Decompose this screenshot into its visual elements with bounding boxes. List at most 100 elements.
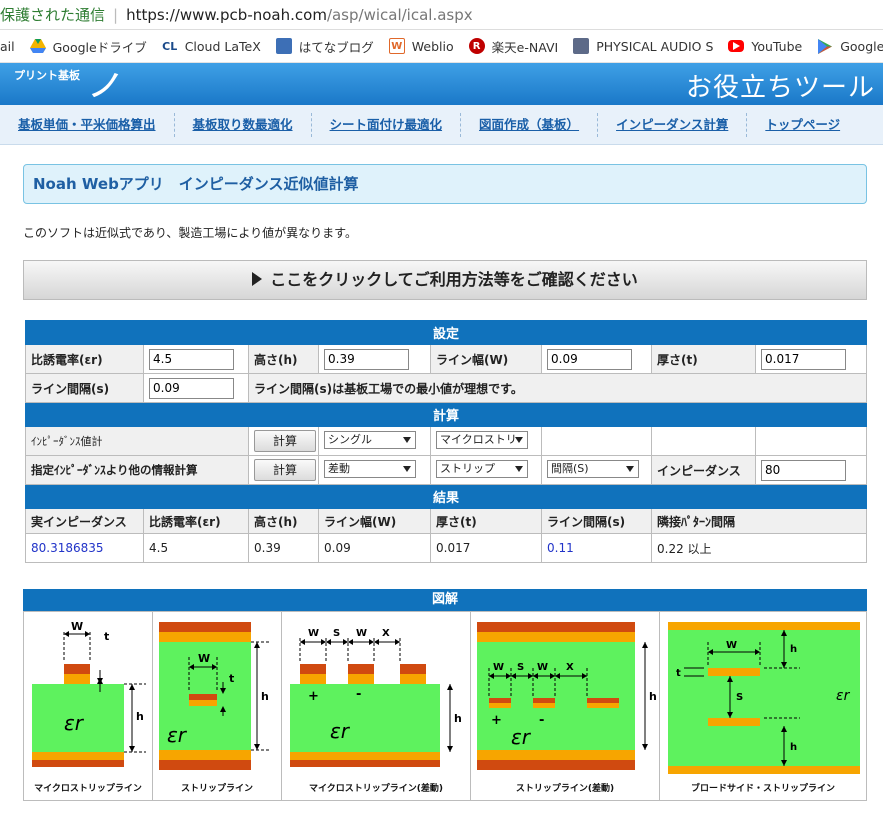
w-label-1: W xyxy=(71,620,83,633)
bookmark-rakuten[interactable]: R 楽天e-NAVI xyxy=(468,37,558,56)
diagram-header: 図解 xyxy=(23,589,867,611)
x-label-4: X xyxy=(566,662,574,673)
t-label-1: t xyxy=(104,630,109,643)
chevron-down-icon xyxy=(403,465,411,472)
h-label-5b: h xyxy=(790,742,797,753)
howto-button[interactable]: ここをクリックしてご利用方法等をご確認ください xyxy=(23,260,867,300)
nav-drawing[interactable]: 図面作成（基板） xyxy=(461,112,599,137)
h-label: 高さ(h) xyxy=(248,344,319,374)
nav-top-page[interactable]: トップページ xyxy=(747,113,858,137)
target-impedance-input[interactable] xyxy=(761,459,846,481)
address-bar[interactable]: 保護された通信 | https://www.pcb-noah.com/asp/w… xyxy=(0,0,883,30)
bookmark-mail[interactable]: ail xyxy=(0,39,15,54)
calc-impedance-button[interactable]: 計算 xyxy=(254,430,316,452)
chevron-down-icon xyxy=(515,465,523,472)
result-s: 0.11 xyxy=(541,533,652,563)
result-w: 0.09 xyxy=(318,533,431,563)
result-adjacent: 0.22 以上 xyxy=(650,533,868,563)
bookmarks-bar: ail Googleドライブ CL Cloud LaTeX はてなブログ W Web… xyxy=(0,30,883,63)
plus-sign-4: + xyxy=(491,713,502,728)
bookmark-hatena[interactable]: はてなブログ xyxy=(275,37,374,56)
physical-audio-icon xyxy=(573,38,590,54)
reverse-calc-label: 指定ｲﾝﾋﾟｰﾀﾞﾝｽより他の情報計算 xyxy=(25,455,249,485)
settings-header: 設定 xyxy=(24,320,868,345)
cl-icon: CL xyxy=(162,39,178,53)
result-er: 4.5 xyxy=(143,533,249,563)
result-col-impedance: 実インピーダンス xyxy=(25,508,144,534)
url-text[interactable]: https://www.pcb-noah.com/asp/wical/ical.… xyxy=(126,6,473,24)
s-label-3: S xyxy=(333,628,340,639)
h-label-3: h xyxy=(454,712,462,725)
diagram-panels: W t h εr マイクロストリップライン W t h εr ストリップライン … xyxy=(23,611,867,801)
w-label-3: W xyxy=(308,628,319,639)
target-impedance-label: インピーダンス xyxy=(651,455,756,485)
w2-label-3: W xyxy=(356,628,367,639)
impedance-calc-label: ｲﾝﾋﾟｰﾀﾞﾝｽ値計 xyxy=(25,426,249,456)
bookmark-physical-audio[interactable]: PHYSICAL AUDIO S xyxy=(573,38,713,54)
result-col-t: 厚さ(t) xyxy=(430,508,542,534)
bookmark-google-play[interactable]: Google Play M xyxy=(817,38,883,54)
er-input[interactable] xyxy=(149,348,234,370)
drive-icon xyxy=(29,38,46,54)
bookmark-drive[interactable]: Googleドライブ xyxy=(29,37,147,56)
reverse-structure-select[interactable]: ストリップ xyxy=(436,459,528,478)
t-input[interactable] xyxy=(761,348,846,370)
calc-header: 計算 xyxy=(24,402,868,427)
bookmark-cloud-latex[interactable]: CL Cloud LaTeX xyxy=(162,38,261,54)
diagram-broadside: W h S h t εr ブロードサイド・ストリップライン xyxy=(660,612,866,800)
target-param-select[interactable]: 間隔(S) xyxy=(547,459,639,478)
nav-unit-price[interactable]: 基板単価・平米価格算出 xyxy=(0,112,175,137)
w-label-2: W xyxy=(198,652,210,665)
minus-sign-4: - xyxy=(539,713,544,728)
caption-broadside: ブロードサイド・ストリップライン xyxy=(690,784,835,794)
results-header: 結果 xyxy=(24,484,868,509)
diagram-diff-stripline: W S W X h + - εr ストリップライン(差動) xyxy=(471,612,660,800)
plus-sign-3: + xyxy=(308,689,319,704)
address-separator: | xyxy=(113,5,119,24)
h-label-5a: h xyxy=(790,644,797,655)
nav-impedance[interactable]: インピーダンス計算 xyxy=(598,112,748,137)
reverse-line-type-select[interactable]: 差動 xyxy=(324,459,416,478)
s-note: ライン間隔(s)は基板工場での最小値が理想です。 xyxy=(247,373,868,403)
caption-microstrip: マイクロストリップライン xyxy=(34,784,142,794)
bookmark-youtube[interactable]: YouTube xyxy=(728,39,802,54)
nav-panel-count[interactable]: 基板取り数最適化 xyxy=(175,112,312,137)
er-label-4: εr xyxy=(511,725,532,749)
s-input[interactable] xyxy=(149,377,234,399)
w-input[interactable] xyxy=(547,348,632,370)
calc-reverse-button[interactable]: 計算 xyxy=(254,459,316,481)
x-label-3: X xyxy=(382,628,390,639)
t-label-5: t xyxy=(676,668,681,679)
play-triangle-icon xyxy=(252,272,263,286)
site-header: プリント基板 ノア お役立ちツール xyxy=(0,63,883,148)
h-label-1: h xyxy=(136,710,144,723)
h-input[interactable] xyxy=(324,348,409,370)
w-label: ライン幅(W) xyxy=(430,344,542,374)
caption-diff-microstrip: マイクロストリップライン(差動) xyxy=(308,784,444,794)
w-label-4: W xyxy=(493,662,504,673)
w-label-5: W xyxy=(726,640,737,651)
structure-select[interactable]: マイクロストリ xyxy=(436,430,528,449)
hatena-icon xyxy=(275,38,292,54)
chevron-down-icon xyxy=(515,436,523,443)
h-label-2: h xyxy=(261,690,269,703)
result-col-h: 高さ(h) xyxy=(248,508,319,534)
site-nav: 基板単価・平米価格算出 基板取り数最適化 シート面付け最適化 図面作成（基板） … xyxy=(0,105,883,145)
minus-sign-3: - xyxy=(356,687,361,702)
disclaimer-note: このソフトは近似式であり、製造工場により値が異なります。 xyxy=(23,226,357,240)
result-impedance: 80.3186835 xyxy=(25,533,144,563)
howto-label: ここをクリックしてご利用方法等をご確認ください xyxy=(270,270,638,289)
nav-sheet-layout[interactable]: シート面付け最適化 xyxy=(312,112,462,137)
rakuten-icon: R xyxy=(468,38,485,54)
er-label-2: εr xyxy=(167,723,188,747)
diagram-microstrip: W t h εr マイクロストリップライン xyxy=(24,612,153,800)
bookmark-weblio[interactable]: W Weblio xyxy=(388,38,454,54)
youtube-icon xyxy=(728,40,745,52)
h-label-4: h xyxy=(649,690,657,703)
diagram-stripline: W t h εr ストリップライン xyxy=(153,612,282,800)
line-type-select[interactable]: シングル xyxy=(324,430,416,449)
secure-label: 保護された通信 xyxy=(0,6,106,24)
play-icon xyxy=(817,38,833,54)
page-title: Noah Webアプリ インピーダンス近似値計算 xyxy=(23,164,867,204)
s-label: ライン間隔(s) xyxy=(25,373,144,403)
